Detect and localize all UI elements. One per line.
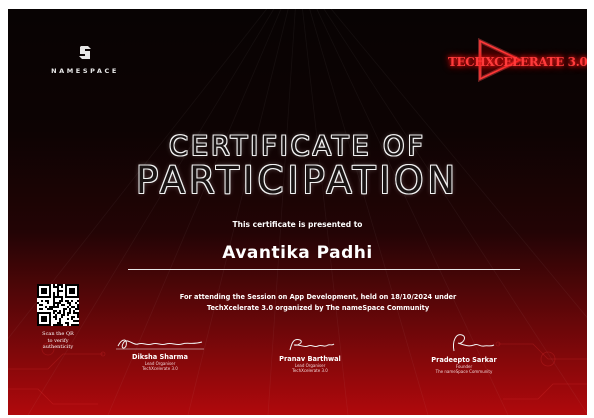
qr-caption-line3: authenticity	[42, 344, 74, 350]
signatory-2-org: TechXcelerate 3.0	[292, 368, 328, 373]
techxcelerate-wordmark: TECHXCELERATE 3.0	[448, 55, 587, 69]
event-description: For attending the Session on App Develop…	[118, 292, 518, 314]
signatory-3-name: Pradeepto Sarkar	[431, 356, 497, 364]
signatory-3-org: The nameSpace Community	[435, 369, 493, 374]
techxcelerate-logo: TECHXCELERATE 3.0	[432, 37, 587, 83]
signature-2	[289, 339, 335, 351]
recipient-name: Avantika Padhi	[222, 243, 373, 263]
certificate-title-line2: PARTICIPATION	[135, 159, 460, 202]
signatory-3: Pradeepto Sarkar Founder The nameSpace C…	[394, 331, 534, 374]
signatory-1: Diksha Sharma Lead Organiser TechXcelera…	[90, 336, 230, 371]
namespace-mark-icon	[79, 46, 91, 59]
event-description-line2: TechXcelerate 3.0 organized by The nameS…	[206, 304, 430, 312]
signatory-2: Pranav Barthwal Lead Organiser TechXcele…	[240, 336, 380, 373]
qr-caption: Scan the QR to verify authenticity	[18, 331, 98, 351]
page-frame: NAMESPACE TECHXCELERATE 3.0 CERTIFICATE …	[0, 0, 594, 418]
certificate-title-line1: CERTIFICATE OF	[169, 131, 426, 162]
namespace-wordmark: NAMESPACE	[51, 67, 119, 75]
signatory-2-name: Pranav Barthwal	[279, 355, 341, 363]
event-description-line1: For attending the Session on App Develop…	[179, 293, 457, 301]
namespace-logo: NAMESPACE	[42, 43, 128, 75]
presented-to-text: This certificate is presented to	[232, 220, 363, 229]
signatory-1-org: TechXcelerate 3.0	[142, 366, 178, 371]
name-underline	[128, 269, 520, 270]
certificate: NAMESPACE TECHXCELERATE 3.0 CERTIFICATE …	[8, 9, 587, 415]
verification-qr-code[interactable]	[37, 284, 79, 326]
signature-1	[116, 339, 204, 350]
signature-3	[453, 334, 495, 352]
signatory-1-name: Diksha Sharma	[132, 353, 188, 361]
